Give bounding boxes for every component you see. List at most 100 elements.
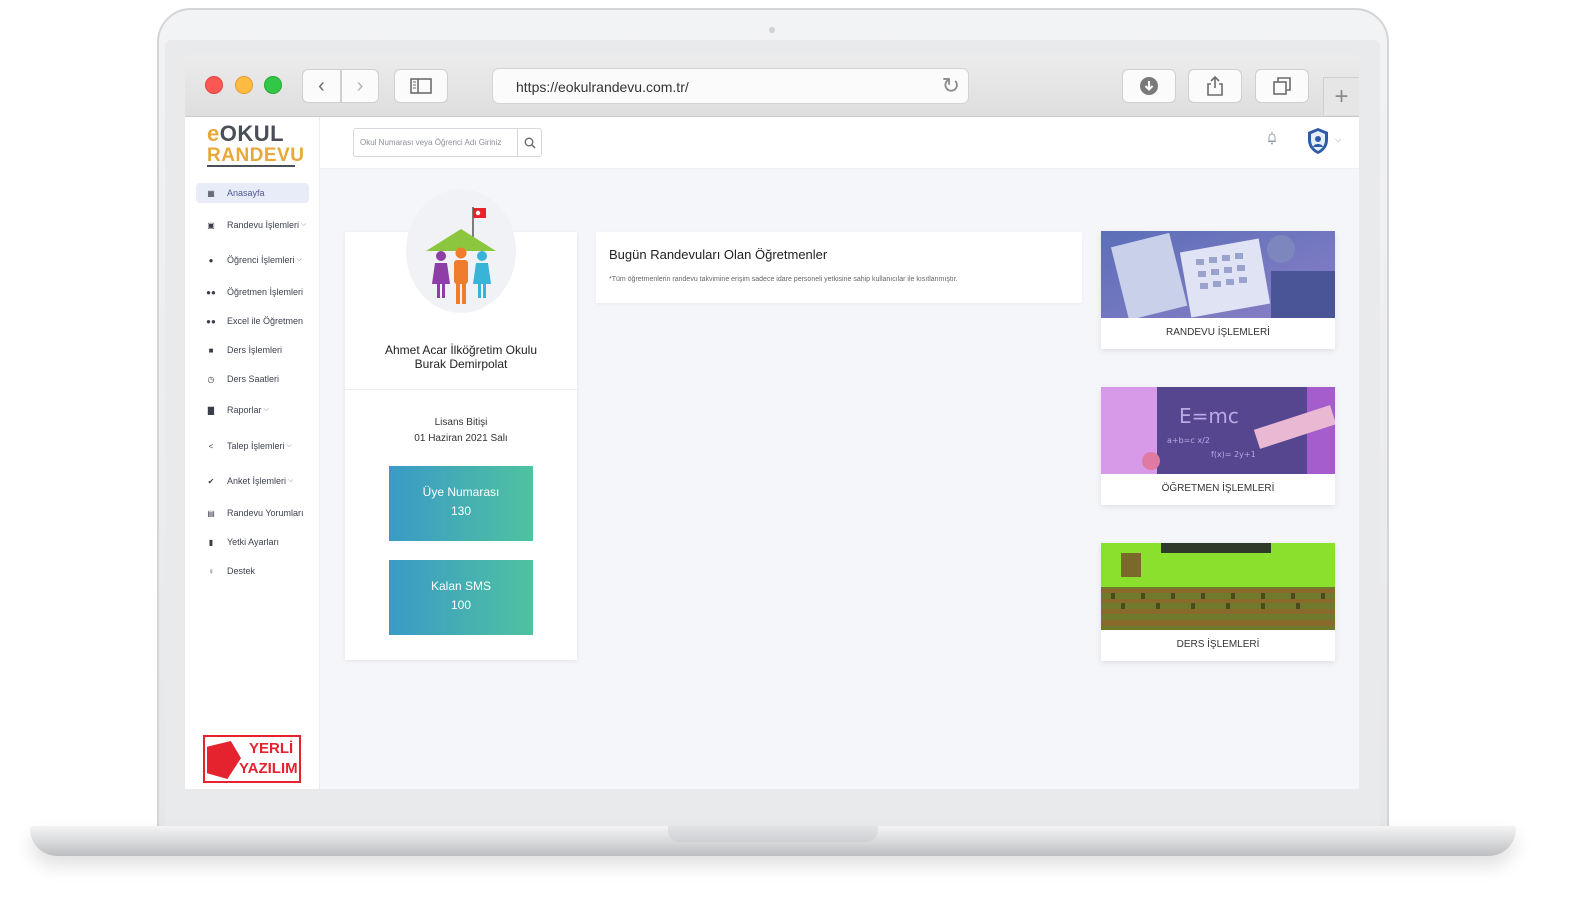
app-content: eOKUL RANDEVU ▦ Anasayfa ▣ Randevu İşlem…: [185, 117, 1359, 789]
sidebar-item-label: Anasayfa: [227, 188, 265, 198]
app-logo[interactable]: eOKUL RANDEVU: [207, 121, 304, 167]
person-name: Burak Demirpolat: [414, 357, 508, 371]
user-icon: ●: [208, 255, 214, 265]
stat-label: Kalan SMS: [430, 579, 492, 593]
chevron-down-icon: ⌵: [286, 442, 292, 449]
stat-value: 100: [450, 598, 472, 612]
sidebar-item-label: Destek: [227, 566, 256, 576]
school-family-icon: [426, 207, 496, 304]
classroom-photo: [1101, 543, 1335, 630]
sidebar-item-label: Raporlar: [227, 405, 262, 415]
sidebar-toggle-button[interactable]: [394, 69, 448, 103]
grid-icon: ▦: [207, 188, 215, 198]
comment-icon: ▤: [207, 508, 215, 518]
maximize-window-button[interactable]: [264, 76, 282, 94]
sidebar-item-label: Ders İşlemleri: [227, 345, 283, 355]
sidebar-item-randevu-islemleri[interactable]: ▣ Randevu İşlemleri ⌵: [196, 215, 309, 235]
license-label: Lisans Bitişi: [434, 417, 488, 428]
sidebar-item-label: Öğretmen İşlemleri: [227, 287, 304, 297]
ogretmen-islemleri-card[interactable]: E=mc a+b=c x/2 f(x)= 2y+1 ÖĞRETMEN İŞLEM…: [1101, 387, 1335, 505]
reload-icon[interactable]: ↻: [942, 73, 960, 99]
yerli-yazilim-badge: YERLİ YAZILIM: [203, 735, 301, 783]
clock-icon: ◷: [207, 374, 215, 384]
browser-toolbar: ‹ › https://eokulrandevu.com.tr/ ↻ +: [185, 55, 1359, 117]
sidebar-item-ogretmen-islemleri[interactable]: ●● Öğretmen İşlemleri: [196, 282, 309, 302]
top-bar: Okul Numarası veya Öğrenci Adı Giriniz ⌵: [320, 117, 1359, 169]
stat-value: 130: [450, 504, 472, 518]
sidebar-item-talep-islemleri[interactable]: < Talep İşlemleri ⌵: [196, 436, 309, 456]
logo-line1: OKUL: [219, 121, 285, 146]
sidebar-item-anasayfa[interactable]: ▦ Anasayfa: [196, 183, 309, 203]
sidebar-item-excel-ile-ogretmen[interactable]: ●● Excel ile Öğretmen: [196, 311, 309, 331]
svg-text:E=mc: E=mc: [1179, 404, 1239, 428]
sidebar-item-label: Ders Saatleri: [227, 374, 280, 384]
search-icon: [524, 137, 535, 148]
sidebar-item-label: Öğrenci İşlemleri: [227, 255, 295, 265]
card-label: DERS İŞLEMLERİ: [1176, 639, 1260, 650]
share-icon: [1207, 75, 1223, 96]
sidebar-icon: [410, 78, 432, 94]
logo-prefix: e: [207, 121, 220, 146]
chevron-down-icon: ⌵: [296, 256, 302, 263]
sidebar: eOKUL RANDEVU ▦ Anasayfa ▣ Randevu İşlem…: [185, 117, 320, 789]
book-icon: ■: [208, 345, 214, 355]
support-icon: ♀: [208, 566, 214, 576]
sidebar-item-destek[interactable]: ♀ Destek: [196, 561, 309, 581]
users-icon: ●●: [206, 316, 216, 326]
share-button[interactable]: [1188, 69, 1242, 103]
card-label: RANDEVU İŞLEMLERİ: [1166, 327, 1270, 338]
download-icon: [1140, 77, 1158, 95]
logo-line2: RANDEVU: [207, 145, 305, 166]
chevron-down-icon[interactable]: ⌵: [1335, 135, 1341, 145]
tabs-overview-button[interactable]: [1255, 69, 1309, 103]
card-label: ÖĞRETMEN İŞLEMLERİ: [1161, 483, 1275, 494]
school-name-block: Ahmet Acar İlköğretim Okulu Burak Demirp…: [345, 343, 577, 371]
school-name: Ahmet Acar İlköğretim Okulu: [384, 343, 538, 357]
divider: [345, 389, 577, 390]
address-url: https://eokulrandevu.com.tr/: [516, 79, 689, 95]
remaining-sms-box: Kalan SMS 100: [389, 560, 533, 635]
downloads-button[interactable]: [1122, 69, 1176, 103]
address-bar[interactable]: https://eokulrandevu.com.tr/ ↻: [492, 68, 969, 104]
camera-dot: [769, 27, 775, 33]
svg-text:a+b=c x/2: a+b=c x/2: [1167, 436, 1210, 445]
randevu-islemleri-card[interactable]: RANDEVU İŞLEMLERİ: [1101, 231, 1335, 349]
sidebar-item-yetki-ayarlari[interactable]: ▮ Yetki Ayarları: [196, 532, 309, 552]
handshake-icon: [207, 741, 241, 779]
school-avatar: [406, 189, 516, 313]
browser-window: ‹ › https://eokulrandevu.com.tr/ ↻ + eOK…: [185, 55, 1359, 789]
sidebar-item-ogrenci-islemleri[interactable]: ● Öğrenci İşlemleri ⌵: [196, 250, 309, 270]
back-button[interactable]: ‹: [302, 69, 341, 103]
notification-bell-icon[interactable]: [1267, 131, 1277, 145]
forward-button[interactable]: ›: [341, 69, 379, 103]
sidebar-item-raporlar[interactable]: ▇ Raporlar ⌵: [196, 400, 309, 420]
sidebar-item-randevu-yorumlari[interactable]: ▤ Randevu Yorumları: [196, 503, 309, 523]
badge-line1: YERLİ: [249, 740, 294, 757]
chevron-down-icon: ⌵: [288, 477, 294, 484]
plus-icon: +: [1334, 82, 1349, 110]
chevron-right-icon: ›: [356, 74, 364, 97]
today-teachers-panel: Bugün Randevuları Olan Öğretmenler *Tüm …: [596, 232, 1082, 303]
search-field[interactable]: Okul Numarası veya Öğrenci Adı Giriniz: [353, 128, 542, 157]
search-placeholder: Okul Numarası veya Öğrenci Adı Giriniz: [360, 138, 502, 147]
search-button[interactable]: [517, 129, 541, 156]
users-icon: ●●: [206, 287, 216, 297]
logo-underline: [207, 165, 295, 167]
new-tab-button[interactable]: +: [1323, 77, 1359, 115]
sidebar-item-ders-saatleri[interactable]: ◷ Ders Saatleri: [196, 369, 309, 389]
check-circle-icon: ✔: [207, 476, 215, 486]
chalkboard-photo: E=mc a+b=c x/2 f(x)= 2y+1: [1101, 387, 1335, 474]
ders-islemleri-card[interactable]: DERS İŞLEMLERİ: [1101, 543, 1335, 661]
svg-text:f(x)= 2y+1: f(x)= 2y+1: [1211, 450, 1256, 459]
laptop-notch: [668, 826, 878, 842]
minimize-window-button[interactable]: [235, 76, 253, 94]
user-shield-avatar-icon[interactable]: [1307, 127, 1329, 155]
sidebar-item-ders-islemleri[interactable]: ■ Ders İşlemleri: [196, 340, 309, 360]
sidebar-item-label: Randevu İşlemleri: [227, 220, 300, 230]
calendar-icon: ▣: [207, 220, 215, 230]
panel-note: *Tüm öğretmenlerin randevu takvimine eri…: [609, 276, 958, 283]
sidebar-item-anket-islemleri[interactable]: ✔ Anket İşlemleri ⌵: [196, 471, 309, 491]
close-window-button[interactable]: [205, 76, 223, 94]
panel-title: Bugün Randevuları Olan Öğretmenler: [609, 247, 828, 262]
lock-icon: ▮: [208, 537, 214, 547]
